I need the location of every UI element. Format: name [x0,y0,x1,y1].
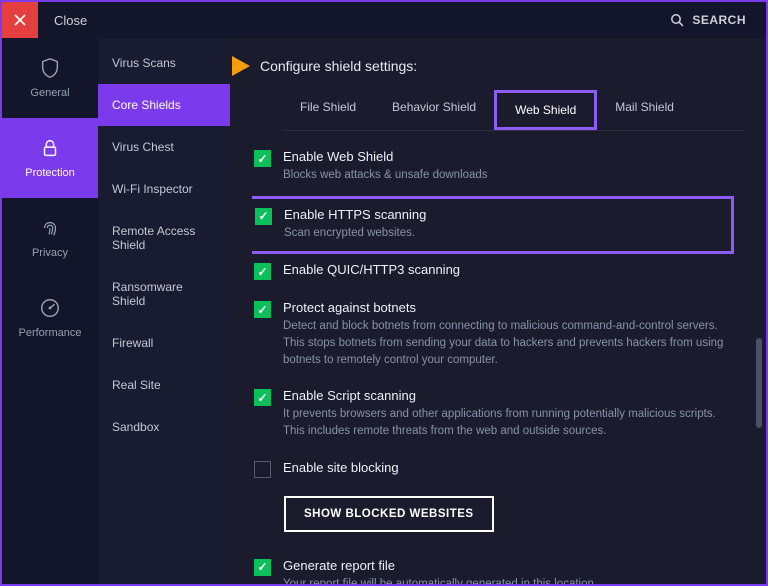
nav-label: Performance [19,327,82,339]
setting-site-blocking: Enable site blocking [254,452,734,490]
checkbox[interactable] [254,150,271,167]
search-label: SEARCH [692,13,746,27]
setting-title: Generate report file [283,558,734,573]
settings-list: Enable Web Shield Blocks web attacks & u… [252,141,744,584]
show-blocked-websites-button[interactable]: SHOW BLOCKED WEBSITES [284,496,494,532]
close-icon [14,14,26,26]
setting-title: Protect against botnets [283,300,734,315]
nav-item-protection[interactable]: Protection [2,118,98,198]
main-panel: Configure shield settings: File Shield B… [230,38,766,584]
checkbox[interactable] [254,461,271,478]
subnav-item-wifi-inspector[interactable]: Wi-Fi Inspector [98,168,230,210]
checkbox[interactable] [254,389,271,406]
subnav-item-virus-chest[interactable]: Virus Chest [98,126,230,168]
setting-title: Enable Script scanning [283,388,734,403]
setting-title: Enable HTTPS scanning [284,207,723,222]
setting-enable-https-scanning: Enable HTTPS scanning Scan encrypted web… [252,196,734,255]
setting-desc: Detect and block botnets from connecting… [283,318,734,368]
tab-file-shield[interactable]: File Shield [282,90,374,130]
setting-desc: It prevents browsers and other applicati… [283,406,734,439]
fingerprint-icon [39,217,61,239]
setting-script-scanning: Enable Script scanning It prevents brows… [254,380,734,451]
titlebar: Close SEARCH [2,2,766,38]
close-label: Close [38,13,87,28]
subnav-sidebar: Virus Scans Core Shields Virus Chest Wi-… [98,38,230,584]
nav-item-privacy[interactable]: Privacy [2,198,98,278]
checkbox[interactable] [254,263,271,280]
tab-mail-shield[interactable]: Mail Shield [597,90,692,130]
setting-protect-botnets: Protect against botnets Detect and block… [254,292,734,380]
setting-title: Enable QUIC/HTTP3 scanning [283,262,734,277]
setting-enable-web-shield: Enable Web Shield Blocks web attacks & u… [254,141,734,196]
subnav-item-virus-scans[interactable]: Virus Scans [98,42,230,84]
setting-title: Enable site blocking [283,460,734,475]
shield-tabs: File Shield Behavior Shield Web Shield M… [282,90,744,131]
checkbox[interactable] [254,301,271,318]
scrollbar[interactable] [756,338,762,428]
subnav-item-core-shields[interactable]: Core Shields [98,84,230,126]
nav-label: Protection [25,167,75,179]
tab-web-shield[interactable]: Web Shield [494,90,597,130]
subnav-item-remote-access[interactable]: Remote Access Shield [98,210,230,266]
checkbox[interactable] [254,559,271,576]
lock-icon [39,137,61,159]
tab-behavior-shield[interactable]: Behavior Shield [374,90,494,130]
nav-sidebar: General Protection Privacy Performance [2,38,98,584]
setting-desc: Your report file will be automatically g… [283,576,734,584]
subnav-item-firewall[interactable]: Firewall [98,322,230,364]
checkbox[interactable] [255,208,272,225]
nav-item-general[interactable]: General [2,38,98,118]
setting-desc: Blocks web attacks & unsafe downloads [283,167,734,184]
nav-item-performance[interactable]: Performance [2,278,98,358]
subnav-item-sandbox[interactable]: Sandbox [98,406,230,448]
nav-label: General [30,87,69,99]
subnav-item-ransomware[interactable]: Ransomware Shield [98,266,230,322]
pointer-arrow-icon [232,56,250,76]
setting-desc: Scan encrypted websites. [284,225,723,242]
search-icon [670,13,684,27]
gauge-icon [39,297,61,319]
page-heading: Configure shield settings: [260,58,417,74]
subnav-item-real-site[interactable]: Real Site [98,364,230,406]
nav-label: Privacy [32,247,68,259]
setting-generate-report: Generate report file Your report file wi… [254,550,734,584]
setting-enable-quic: Enable QUIC/HTTP3 scanning [254,254,734,292]
shield-icon [39,57,61,79]
setting-title: Enable Web Shield [283,149,734,164]
search-button[interactable]: SEARCH [670,13,766,27]
close-button[interactable] [2,2,38,38]
